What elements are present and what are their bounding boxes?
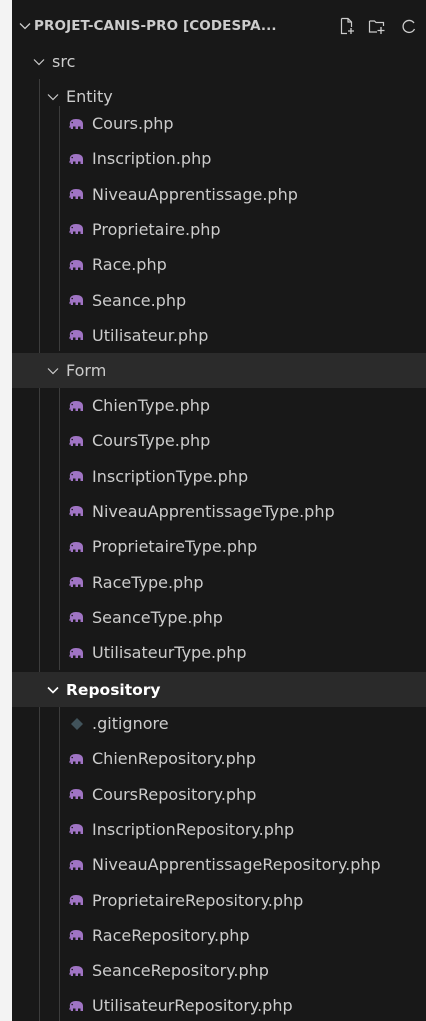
file-item[interactable]: Race.php bbox=[12, 247, 426, 282]
file-label: Cours.php bbox=[92, 114, 174, 133]
php-elephant-icon bbox=[69, 118, 83, 129]
file-label: Race.php bbox=[92, 255, 167, 275]
workspace-header[interactable]: PROJET-CANIS-PRO [CODESPA... bbox=[12, 14, 426, 38]
file-label: ChienRepository.php bbox=[92, 749, 257, 769]
file-item[interactable]: NiveauApprentissageRepository.php bbox=[12, 847, 426, 882]
file-item[interactable]: InscriptionType.php bbox=[12, 459, 426, 494]
php-elephant-icon bbox=[69, 789, 83, 800]
php-elephant-icon bbox=[69, 541, 83, 552]
file-label: Inscription.php bbox=[92, 149, 212, 169]
file-label: SeanceType.php bbox=[92, 607, 223, 627]
folder-label: Form bbox=[66, 361, 107, 380]
php-elephant-icon bbox=[69, 824, 83, 835]
file-item[interactable]: NiveauApprentissage.php bbox=[12, 177, 426, 212]
file-label: Proprietaire.php bbox=[92, 219, 221, 239]
file-label: SeanceRepository.php bbox=[92, 961, 269, 981]
file-label: NiveauApprentissageType.php bbox=[92, 501, 335, 521]
php-elephant-icon bbox=[69, 224, 83, 235]
file-item[interactable]: Cours.php bbox=[12, 106, 426, 141]
file-item[interactable]: RaceType.php bbox=[12, 565, 426, 600]
file-label: .gitignore bbox=[92, 714, 169, 733]
file-label: ChienType.php bbox=[92, 396, 211, 415]
php-elephant-icon bbox=[69, 930, 83, 941]
folder-repository[interactable]: Repository bbox=[12, 672, 426, 707]
file-label: NiveauApprentissage.php bbox=[92, 184, 298, 204]
folder-src[interactable]: src bbox=[12, 44, 426, 79]
php-elephant-icon bbox=[69, 435, 83, 446]
chevron-down-icon bbox=[47, 686, 59, 694]
file-item[interactable]: SeanceRepository.php bbox=[12, 953, 426, 988]
file-item[interactable]: CoursRepository.php bbox=[12, 777, 426, 812]
file-item[interactable]: UtilisateurRepository.php bbox=[12, 988, 426, 1021]
php-elephant-icon bbox=[69, 471, 83, 482]
php-elephant-icon bbox=[69, 259, 83, 270]
workspace-title: PROJET-CANIS-PRO [CODESPA... bbox=[34, 18, 277, 34]
new-folder-icon[interactable] bbox=[368, 17, 386, 35]
file-explorer: PROJET-CANIS-PRO [CODESPA... src Entity … bbox=[12, 0, 426, 1021]
file-label: UtilisateurType.php bbox=[92, 643, 247, 663]
file-item[interactable]: Utilisateur.php bbox=[12, 318, 426, 353]
chevron-down-icon bbox=[47, 93, 59, 100]
chevron-down-icon bbox=[47, 367, 59, 374]
php-elephant-icon bbox=[69, 647, 83, 658]
file-item[interactable]: Proprietaire.php bbox=[12, 212, 426, 247]
file-item[interactable]: ProprietaireType.php bbox=[12, 529, 426, 564]
file-label: UtilisateurRepository.php bbox=[92, 996, 293, 1016]
file-item[interactable]: UtilisateurType.php bbox=[12, 635, 426, 670]
file-label: RaceRepository.php bbox=[92, 925, 250, 945]
php-elephant-icon bbox=[69, 965, 83, 976]
folder-label: Repository bbox=[66, 680, 161, 699]
new-file-icon[interactable] bbox=[338, 17, 356, 35]
file-label: Seance.php bbox=[92, 290, 187, 310]
file-label: InscriptionType.php bbox=[92, 466, 249, 486]
chevron-down-icon bbox=[19, 23, 31, 30]
file-label: ProprietaireType.php bbox=[92, 537, 258, 557]
folder-label: src bbox=[52, 52, 76, 71]
file-item[interactable]: InscriptionRepository.php bbox=[12, 812, 426, 847]
php-elephant-icon bbox=[69, 506, 83, 517]
php-elephant-icon bbox=[69, 577, 83, 587]
php-elephant-icon bbox=[69, 612, 83, 623]
file-label: ProprietaireRepository.php bbox=[92, 890, 304, 910]
gitignore-icon bbox=[71, 717, 83, 730]
file-item[interactable]: ProprietaireRepository.php bbox=[12, 883, 426, 918]
file-label: CoursType.php bbox=[92, 431, 211, 451]
php-elephant-icon bbox=[69, 153, 83, 164]
chevron-down-icon bbox=[33, 58, 45, 65]
file-label: Utilisateur.php bbox=[92, 325, 209, 345]
file-item[interactable]: ChienType.php bbox=[12, 388, 426, 423]
folder-label: Entity bbox=[66, 87, 113, 106]
file-item[interactable]: ChienRepository.php bbox=[12, 741, 426, 776]
file-label: InscriptionRepository.php bbox=[92, 819, 295, 839]
php-elephant-icon bbox=[69, 400, 83, 411]
file-item[interactable]: CoursType.php bbox=[12, 423, 426, 458]
file-item[interactable]: .gitignore bbox=[12, 706, 426, 741]
php-elephant-icon bbox=[69, 1000, 83, 1011]
php-elephant-icon bbox=[69, 295, 83, 305]
php-elephant-icon bbox=[69, 189, 83, 200]
file-label: CoursRepository.php bbox=[92, 784, 257, 804]
file-item[interactable]: SeanceType.php bbox=[12, 600, 426, 635]
file-item[interactable]: NiveauApprentissageType.php bbox=[12, 494, 426, 529]
file-item[interactable]: Inscription.php bbox=[12, 141, 426, 176]
folder-form[interactable]: Form bbox=[12, 353, 426, 388]
file-item[interactable]: Seance.php bbox=[12, 283, 426, 318]
php-elephant-icon bbox=[69, 753, 83, 764]
file-item[interactable]: RaceRepository.php bbox=[12, 918, 426, 953]
refresh-icon[interactable] bbox=[400, 17, 418, 35]
file-label: RaceType.php bbox=[92, 572, 204, 592]
php-elephant-icon bbox=[69, 895, 83, 905]
file-label: NiveauApprentissageRepository.php bbox=[92, 855, 381, 875]
php-elephant-icon bbox=[69, 859, 83, 870]
php-elephant-icon bbox=[69, 330, 83, 341]
